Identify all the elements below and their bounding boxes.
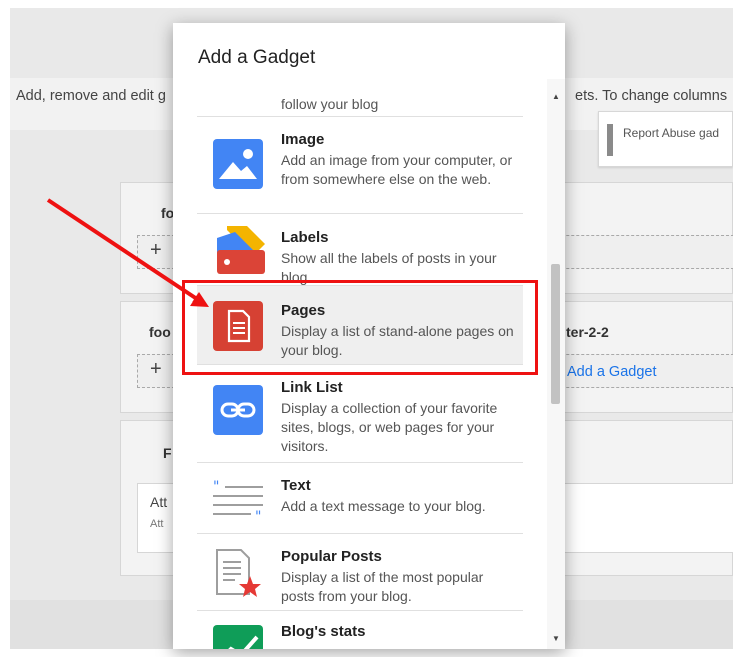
gadget-name: Popular Posts	[281, 548, 382, 565]
text-quote-icon: " "	[213, 479, 263, 525]
gadget-name: Labels	[281, 229, 329, 246]
attribution-subtitle: Att	[150, 518, 164, 530]
instructions-text-right: ets. To change columns	[575, 88, 728, 104]
label-tag-icon	[217, 226, 265, 274]
gadget-item-labels[interactable]: Labels Show all the labels of posts in y…	[197, 214, 523, 286]
gadget-description: Display a list of the most popular posts…	[281, 569, 484, 604]
drag-handle-icon[interactable]	[607, 124, 613, 156]
report-abuse-gadget-card[interactable]: Report Abuse gad	[598, 111, 733, 167]
add-gadget-link[interactable]: Add a Gadget	[567, 364, 657, 380]
plus-icon: +	[150, 358, 162, 380]
image-icon	[213, 139, 263, 189]
report-abuse-label: Report Abuse gad	[623, 126, 720, 140]
link-icon	[213, 385, 263, 435]
gadget-item-follow[interactable]: follow your blog	[197, 79, 523, 117]
section-label-right: ter-2-2	[566, 324, 609, 340]
svg-text:": "	[213, 479, 219, 495]
gadget-item-text[interactable]: " " Text Add a text message to your blog…	[197, 463, 523, 534]
instructions-text-left: Add, remove and edit g	[16, 88, 166, 104]
gadget-name: Link List	[281, 379, 343, 396]
popular-posts-icon	[216, 549, 261, 597]
gadget-description: Add an image from your computer, or from…	[281, 152, 513, 187]
annotation-highlight-box	[182, 280, 538, 375]
section-label: foo	[149, 324, 171, 340]
gadget-name: Text	[281, 477, 311, 494]
scroll-down-arrow-icon[interactable]: ▼	[552, 634, 560, 643]
gadget-description: Add a text message to your blog.	[281, 498, 486, 514]
gadget-description: follow your blog	[281, 96, 379, 112]
svg-text:": "	[255, 509, 261, 525]
attribution-title: Att	[150, 494, 168, 510]
gadget-item-blog-stats[interactable]: Blog's stats	[197, 611, 523, 649]
gadget-name: Image	[281, 131, 325, 148]
gadget-list-scrollbar[interactable]: ▲ ▼	[547, 79, 565, 649]
gadget-item-link-list[interactable]: Link List Display a collection of your f…	[197, 365, 523, 463]
dialog-title: Add a Gadget	[198, 47, 316, 68]
plus-icon: +	[150, 239, 162, 261]
scroll-up-arrow-icon[interactable]: ▲	[552, 92, 560, 101]
gadget-item-popular-posts[interactable]: Popular Posts Display a list of the most…	[197, 534, 523, 611]
stats-chart-icon	[213, 625, 263, 649]
section-label: F	[163, 445, 172, 461]
gadget-description: Display a collection of your favorite si…	[281, 400, 498, 454]
scrollbar-thumb[interactable]	[551, 264, 560, 404]
gadget-name: Blog's stats	[281, 623, 366, 640]
gadget-item-image[interactable]: Image Add an image from your computer, o…	[197, 117, 523, 214]
